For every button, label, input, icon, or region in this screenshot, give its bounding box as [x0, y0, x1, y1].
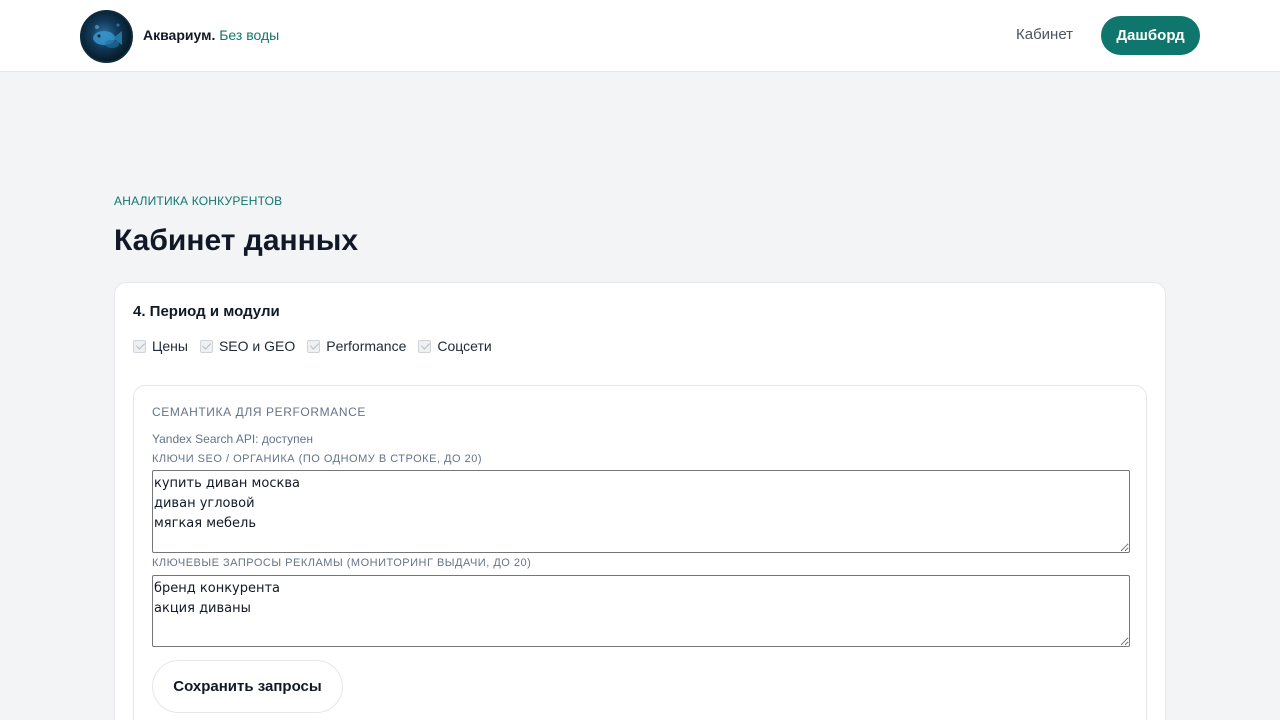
fish-logo-icon [93, 23, 122, 48]
module-social[interactable]: Соцсети [418, 338, 492, 354]
module-label: Соцсети [437, 338, 492, 354]
module-label: SEO и GEO [218, 338, 296, 354]
api-status-text: Yandex Search API: доступен [152, 432, 313, 446]
module-prices[interactable]: Цены [133, 338, 188, 354]
module-checkbox-list: Цены SEO и GEO Performance Соцсети [133, 338, 504, 354]
save-queries-button[interactable]: Сохранить запросы [152, 660, 343, 713]
brand-title: Аквариум. Без воды [143, 27, 279, 43]
seo-keys-label: КЛЮЧИ SEO / ОРГАНИКА (ПО ОДНОМУ В СТРОКЕ… [152, 453, 482, 465]
panel-title: СЕМАНТИКА ДЛЯ PERFORMANCE [152, 405, 366, 419]
module-seo-geo[interactable]: SEO и GEO [199, 338, 296, 354]
dashboard-button[interactable]: Дашборд [1101, 16, 1200, 55]
module-performance[interactable]: Performance [307, 338, 406, 354]
period-modules-card: 4. Период и модули Цены SEO и GEO Perfor… [114, 282, 1166, 720]
page-eyebrow: АНАЛИТИКА КОНКУРЕНТОВ [114, 194, 283, 208]
ad-keys-label: КЛЮЧЕВЫЕ ЗАПРОСЫ РЕКЛАМЫ (МОНИТОРИНГ ВЫД… [152, 557, 532, 569]
section-title: 4. Период и модули [133, 303, 280, 320]
checkbox-prices[interactable] [133, 339, 146, 353]
brand-name: Аквариум. [143, 27, 216, 43]
aquarium-logo[interactable] [80, 10, 133, 63]
page-title: Кабинет данных [114, 224, 359, 257]
top-navigation-bar: Аквариум. Без воды Кабинет Дашборд [0, 0, 1280, 72]
ad-keys-textarea[interactable]: бренд конкурента акция диваны [152, 575, 1130, 647]
brand-tagline: Без воды [219, 27, 280, 43]
performance-semantics-panel: СЕМАНТИКА ДЛЯ PERFORMANCE Yandex Search … [133, 385, 1147, 720]
nav-link-cabinet[interactable]: Кабинет [1016, 26, 1073, 43]
checkbox-seo-geo[interactable] [199, 339, 213, 353]
module-label: Цены [152, 338, 188, 354]
checkbox-social[interactable] [418, 339, 432, 353]
module-label: Performance [326, 338, 407, 354]
seo-keys-textarea[interactable]: купить диван москва диван угловой мягкая… [152, 470, 1130, 553]
checkbox-performance[interactable] [307, 339, 321, 353]
